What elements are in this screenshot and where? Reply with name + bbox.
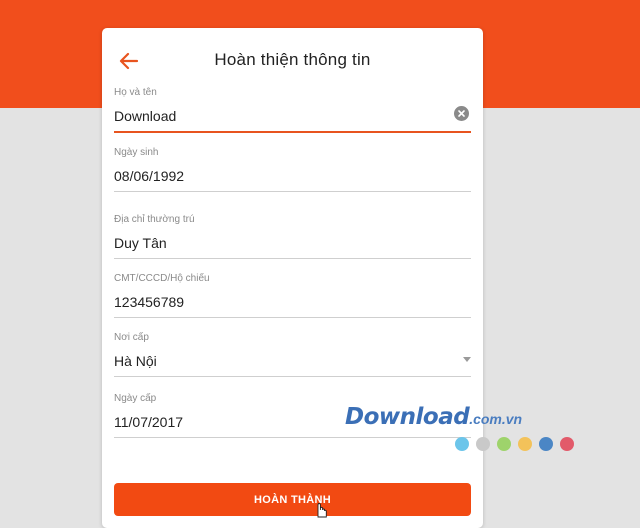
- issue-place-value[interactable]: Hà Nội: [114, 351, 434, 371]
- full-name-field[interactable]: Họ và tên: [114, 86, 471, 133]
- issue-place-underline: [114, 376, 471, 377]
- watermark-dot: [476, 437, 490, 451]
- watermark-dots: [455, 437, 574, 451]
- id-number-field[interactable]: CMT/CCCD/Hộ chiếu 123456789: [114, 272, 471, 318]
- address-value[interactable]: Duy Tân: [114, 233, 434, 253]
- hand-cursor-icon: [313, 502, 329, 523]
- full-name-underline: [114, 131, 471, 133]
- address-field[interactable]: Địa chỉ thường trú Duy Tân: [114, 213, 471, 259]
- form-header: Hoàn thiện thông tin: [102, 28, 483, 90]
- id-number-value[interactable]: 123456789: [114, 292, 434, 312]
- watermark-logo: Download.com.vn: [345, 404, 585, 464]
- complete-button[interactable]: HOÀN THÀNH: [114, 483, 471, 516]
- clear-icon[interactable]: [454, 106, 469, 121]
- id-number-underline: [114, 317, 471, 318]
- issue-place-select[interactable]: Nơi cấp Hà Nội: [114, 331, 471, 377]
- issue-place-label: Nơi cấp: [114, 332, 149, 343]
- dropdown-caret-icon[interactable]: [463, 357, 471, 362]
- watermark-dot: [518, 437, 532, 451]
- address-label: Địa chỉ thường trú: [114, 214, 195, 225]
- birth-date-underline: [114, 191, 471, 192]
- full-name-label: Họ và tên: [114, 87, 157, 98]
- watermark-dot: [497, 437, 511, 451]
- watermark-dot: [455, 437, 469, 451]
- watermark-text: Download: [345, 404, 470, 430]
- watermark-dot: [560, 437, 574, 451]
- birth-date-label: Ngày sinh: [114, 147, 159, 158]
- watermark-dot: [539, 437, 553, 451]
- birth-date-field[interactable]: Ngày sinh 08/06/1992: [114, 146, 471, 192]
- watermark-suffix: .com.vn: [469, 411, 523, 427]
- page-title: Hoàn thiện thông tin: [214, 50, 371, 69]
- address-underline: [114, 258, 471, 259]
- birth-date-value[interactable]: 08/06/1992: [114, 166, 434, 186]
- full-name-input[interactable]: [114, 106, 434, 126]
- id-number-label: CMT/CCCD/Hộ chiếu: [114, 273, 210, 284]
